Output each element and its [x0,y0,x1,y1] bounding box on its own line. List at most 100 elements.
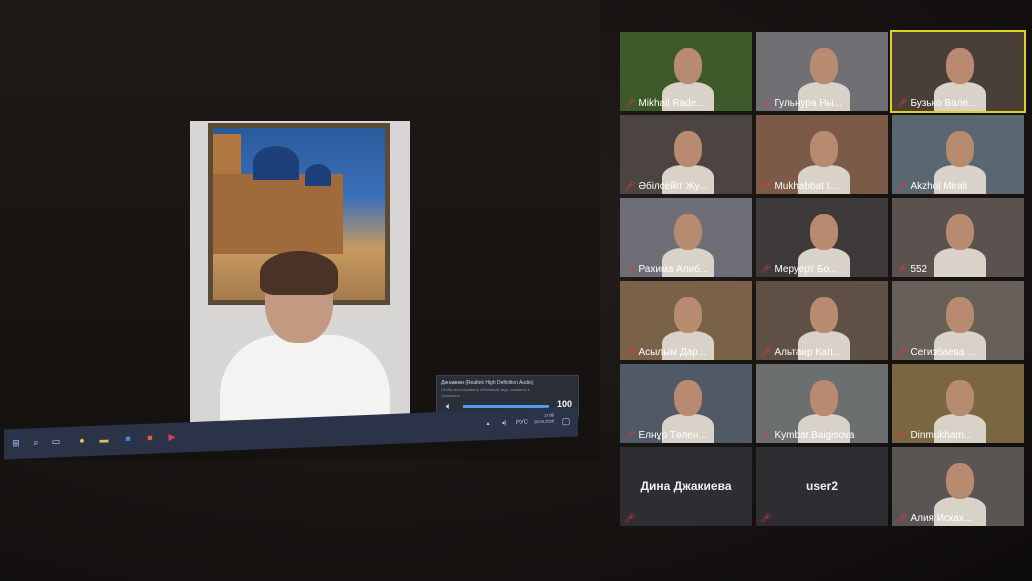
participant-tile[interactable]: 🎤︎ Елнұр Төлен... [620,364,752,443]
participant-tile[interactable]: 🎤︎ Akzhol Mirali [892,115,1024,194]
participant-face [810,48,838,84]
muted-mic-icon: 🎤︎ [624,513,636,523]
participant-label: 🎤︎ Mukhabbat I... [760,181,838,192]
participant-label: 🎤︎ Әбілсейіт Жу... [624,181,707,192]
participant-tile[interactable]: 🎤︎ Mukhabbat I... [756,115,888,194]
muted-mic-icon: 🎤︎ [760,430,772,440]
participant-name: Гульнура Ны... [774,98,843,109]
participant-tile[interactable]: 🎤︎ Сегизбаева ... [892,281,1024,360]
participant-name-placeholder: user2 [805,479,839,493]
file-explorer-icon[interactable]: ▬ [98,434,110,444]
volume-caption: Громкость [441,393,461,398]
participant-face [946,297,974,333]
volume-tray-icon[interactable]: ◂) [498,418,510,428]
speaker-volume-icon[interactable]: 🔈︎ [446,401,451,412]
participant-tile[interactable]: 🎤︎ Mikhail Rade... [620,32,752,111]
muted-mic-icon: 🎤︎ [896,347,908,357]
muted-mic-icon: 🎤︎ [896,264,908,274]
participant-label: 🎤︎ 552 [896,264,927,275]
participant-name: Бузько Вале... [910,98,977,109]
task-view-icon[interactable]: ▭ [50,436,62,446]
participant-name: Mikhail Rade... [638,98,705,109]
word-icon[interactable]: ■ [122,433,134,443]
language-icon[interactable]: РУС [516,417,528,427]
participant-tile[interactable]: 🎤︎ Асылым Дар... [620,281,752,360]
participant-label: 🎤︎ Альтаир Кал... [760,347,841,358]
participant-tile[interactable]: 🎤︎ Альтаир Кал... [756,281,888,360]
participant-label: 🎤︎ Kymbat Baigisova [760,430,854,441]
participant-label: 🎤︎ Алия Исках... [896,513,972,524]
participant-face [674,131,702,167]
muted-mic-icon: 🎤︎ [760,181,772,191]
participant-name: Kymbat Baigisova [774,430,855,441]
participant-name: Сегизбаева ... [910,347,976,358]
speaker-screen: Динамики (Realtek High Definition Audio)… [0,0,600,460]
participant-label: 🎤︎ Меруерт Бо... [760,264,838,275]
search-icon[interactable]: ⌕ [30,437,42,447]
participant-face [674,380,702,416]
notifications-icon[interactable]: ▢ [560,416,572,426]
participant-face [674,297,702,333]
participant-tile[interactable]: 🎤︎ Алия Исках... [892,447,1024,526]
participant-name: Dinmukham... [910,430,973,441]
participant-name: Akzhol Mirali [910,181,968,192]
participant-tile[interactable]: Дина Джакиева 🎤︎ [620,447,752,526]
muted-mic-icon: 🎤︎ [760,347,772,357]
muted-mic-icon: 🎤︎ [896,98,908,108]
participant-label: 🎤︎ [624,513,635,524]
speaker-hair [260,251,338,295]
muted-mic-icon: 🎤︎ [896,181,908,191]
participant-label: 🎤︎ Гульнура Ны... [760,98,842,109]
participant-face [946,380,974,416]
windows-start-icon[interactable]: ⊞ [10,438,22,448]
speaker-person [220,251,390,425]
participant-tile[interactable]: 🎤︎ Меруерт Бо... [756,198,888,277]
painting-dome [253,146,299,180]
muted-mic-icon: 🎤︎ [624,264,636,274]
participant-tile[interactable]: 🎤︎ Kymbat Baigisova [756,364,888,443]
participant-tile[interactable]: 🎤︎ Гульнура Ны... [756,32,888,111]
participant-name: 552 [910,264,928,275]
participant-tile[interactable]: 🎤︎ Әбілсейіт Жу... [620,115,752,194]
participant-name: Меруерт Бо... [774,264,838,275]
participant-face [810,214,838,250]
participant-tile[interactable]: 🎤︎ 552 [892,198,1024,277]
participant-tile[interactable]: user2 🎤︎ [756,447,888,526]
powerpoint-icon[interactable]: ■ [144,432,156,443]
participant-name: Әбілсейіт Жу... [638,181,707,192]
audio-device-name: Динамики (Realtek High Definition Audio) [441,380,534,386]
participant-tile[interactable]: 🎤︎ Рахима Алиб... [620,198,752,277]
participant-name: Алия Исках... [910,513,973,524]
gallery-view: 🎤︎ Mikhail Rade... 🎤︎ Гульнура Ны... 🎤︎ Бузьк… [614,28,1032,526]
active-speaker-video[interactable] [190,121,410,425]
participant-label: 🎤︎ Рахима Алиб... [624,264,708,275]
participant-body [934,248,986,277]
muted-mic-icon: 🎤︎ [896,513,908,523]
muted-mic-icon: 🎤︎ [624,98,636,108]
participant-face [810,380,838,416]
chrome-icon[interactable]: ● [76,435,88,445]
participant-name: Mukhabbat I... [774,181,838,192]
participant-face [946,48,974,84]
participant-name: Асылым Дар... [638,347,707,358]
muted-mic-icon: 🎤︎ [624,347,636,357]
clock[interactable]: 17:08 28.04.2020 [534,412,554,425]
media-player-icon[interactable]: ▶ [166,432,178,442]
participant-face [674,214,702,250]
participant-name-placeholder: Дина Джакиева [640,479,732,493]
participant-face [946,131,974,167]
network-icon[interactable]: ▴ [482,419,494,429]
participant-tile[interactable]: 🎤︎ Dinmukham... [892,364,1024,443]
participant-label: 🎤︎ Dinmukham... [896,430,972,441]
audio-device-note: Чтобы использовать объемный звук, нажмит… [441,387,530,392]
speaker-shirt [220,335,390,425]
participant-face [810,131,838,167]
participant-label: 🎤︎ [760,513,771,524]
painting-building [213,174,343,254]
participant-face [946,214,974,250]
participant-label: 🎤︎ Mikhail Rade... [624,98,705,109]
participant-face [810,297,838,333]
participant-name: Альтаир Кал... [774,347,841,358]
muted-mic-icon: 🎤︎ [624,430,636,440]
participant-tile[interactable]: 🎤︎ Бузько Вале... [890,30,1026,113]
